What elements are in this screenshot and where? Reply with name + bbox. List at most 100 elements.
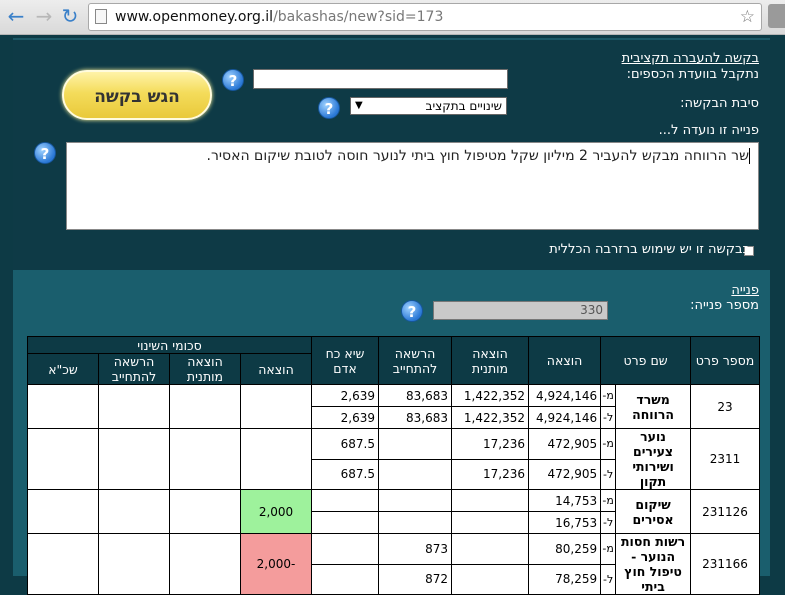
col-change-commit-header: הרשאה להתחייב: [98, 353, 170, 385]
to-peak: [311, 563, 379, 595]
table-row: 231126 שיקום אסירים מ- 14,753 2,000: [27, 489, 760, 534]
request-number-label: מספר פנייה:: [690, 298, 759, 313]
to-cond-expense: [451, 563, 529, 595]
change-group-header: סכומי השינוי: [27, 336, 312, 354]
reload-icon[interactable]: ↻: [58, 3, 82, 29]
from-mark: מ-: [600, 428, 617, 460]
to-cond-expense: 1,422,352: [451, 406, 529, 429]
change-expense-cell[interactable]: 2,000: [240, 489, 312, 534]
item-code: 231166: [690, 533, 760, 595]
description-text: שר הרווחה מבקש להעביר 2 מיליון שקל מטיפו…: [206, 148, 749, 164]
table-row: 2311 נוער צעירים ושירותי תקון מ- 472,905…: [27, 428, 760, 490]
addressed-label: פנייה זו נועדה ל...: [658, 123, 759, 138]
to-expense: 4,924,146: [527, 406, 602, 429]
reason-select[interactable]: ▼ שינויים בתקציב: [350, 97, 507, 115]
item-name: שיקום אסירים: [615, 489, 691, 534]
help-icon-number[interactable]: ?: [401, 300, 423, 322]
table-row: 231166 רשות חסות הנוער - טיפול חוץ ביתי …: [27, 533, 760, 595]
col-expense-header: הוצאה: [527, 336, 602, 385]
change-salary-cell[interactable]: [27, 384, 99, 429]
to-mark: ל-: [600, 458, 617, 490]
to-expense: 78,259: [527, 563, 602, 595]
to-mark: ל-: [600, 511, 617, 534]
url-host: www.openmoney.org.il: [115, 9, 274, 25]
col-change-expense-header: הוצאה: [240, 353, 312, 385]
from-cond-expense: 17,236: [451, 428, 529, 460]
submit-request-button[interactable]: הגש בקשה: [62, 70, 212, 120]
request-number-field: 330: [433, 301, 608, 320]
form-title-link[interactable]: בקשה להעברה תקציבית: [622, 51, 759, 66]
menu-icon[interactable]: [768, 4, 785, 28]
change-cond-cell[interactable]: [169, 533, 241, 595]
change-salary-cell[interactable]: [27, 428, 99, 490]
from-peak: 687.5: [311, 428, 379, 460]
from-expense: 472,905: [527, 428, 602, 460]
item-code: 2311: [690, 428, 760, 490]
received-input[interactable]: [253, 69, 508, 89]
from-peak: [311, 533, 379, 565]
help-icon-description[interactable]: ?: [34, 142, 56, 164]
col-peak-header: שיא כח אדם: [311, 336, 379, 385]
change-expense-cell[interactable]: -2,000: [240, 533, 312, 595]
from-commit: 83,683: [378, 384, 452, 407]
reason-label: סיבת הבקשה:: [680, 96, 759, 111]
request-link[interactable]: פנייה: [731, 283, 759, 298]
to-commit: [378, 458, 452, 490]
change-cond-cell[interactable]: [169, 384, 241, 429]
to-mark: ל-: [600, 406, 617, 429]
to-commit: [378, 511, 452, 534]
from-peak: [311, 489, 379, 512]
dropdown-arrow-icon: ▼: [355, 100, 363, 111]
page-icon: [95, 9, 107, 24]
to-mark: ל-: [600, 563, 617, 595]
to-peak: 687.5: [311, 458, 379, 490]
to-commit: 872: [378, 563, 452, 595]
col-code-header: מספר פרט: [690, 336, 760, 385]
from-cond-expense: [451, 489, 529, 512]
help-icon-reason[interactable]: ?: [318, 97, 340, 119]
to-peak: [311, 511, 379, 534]
to-expense: 16,753: [527, 511, 602, 534]
col-name-header: שם פרט: [600, 336, 691, 385]
received-label: נתקבל בוועדת הכספים:: [626, 67, 759, 82]
text-caret: [749, 148, 750, 164]
item-name: נוער צעירים ושירותי תקון: [615, 428, 691, 490]
budget-items-table: מספר פרט שם פרט הוצאה הוצאה מותנית הרשאה…: [27, 336, 760, 595]
from-commit: 873: [378, 533, 452, 565]
change-commit-cell[interactable]: [98, 489, 170, 534]
change-salary-cell[interactable]: [27, 489, 99, 534]
from-expense: 14,753: [527, 489, 602, 512]
url-path: /bakashas/new?sid=173: [273, 9, 444, 25]
item-name: משרד הרווחה: [615, 384, 691, 429]
change-commit-cell[interactable]: [98, 384, 170, 429]
from-commit: [378, 489, 452, 512]
col-change-cond-header: הוצאה מותנית: [169, 353, 241, 385]
description-textarea[interactable]: שר הרווחה מבקש להעביר 2 מיליון שקל מטיפו…: [66, 142, 759, 230]
change-cond-cell[interactable]: [169, 428, 241, 490]
to-expense: 472,905: [527, 458, 602, 490]
change-salary-cell[interactable]: [27, 533, 99, 595]
change-expense-cell[interactable]: [240, 428, 312, 490]
from-cond-expense: [451, 533, 529, 565]
from-mark: מ-: [600, 533, 617, 565]
bookmark-star-icon[interactable]: ☆: [740, 4, 755, 30]
change-cond-cell[interactable]: [169, 489, 241, 534]
to-cond-expense: [451, 511, 529, 534]
from-expense: 80,259: [527, 533, 602, 565]
change-commit-cell[interactable]: [98, 533, 170, 595]
change-commit-cell[interactable]: [98, 428, 170, 490]
col-change-salary-header: שכ"א: [27, 353, 99, 385]
col-cond-expense-header: הוצאה מותנית: [451, 336, 529, 385]
address-bar[interactable]: www.openmoney.org.il/bakashas/new?sid=17…: [88, 3, 762, 31]
item-code: 231126: [690, 489, 760, 534]
reason-select-value: שינויים בתקציב: [425, 99, 502, 113]
from-cond-expense: 1,422,352: [451, 384, 529, 407]
help-icon-received[interactable]: ?: [222, 69, 244, 91]
from-expense: 4,924,146: [527, 384, 602, 407]
from-mark: מ-: [600, 489, 617, 512]
back-arrow-icon[interactable]: ←: [4, 3, 28, 29]
forward-arrow-icon[interactable]: →: [32, 3, 56, 29]
change-expense-cell[interactable]: [240, 384, 312, 429]
from-commit: [378, 428, 452, 460]
from-peak: 2,639: [311, 384, 379, 407]
